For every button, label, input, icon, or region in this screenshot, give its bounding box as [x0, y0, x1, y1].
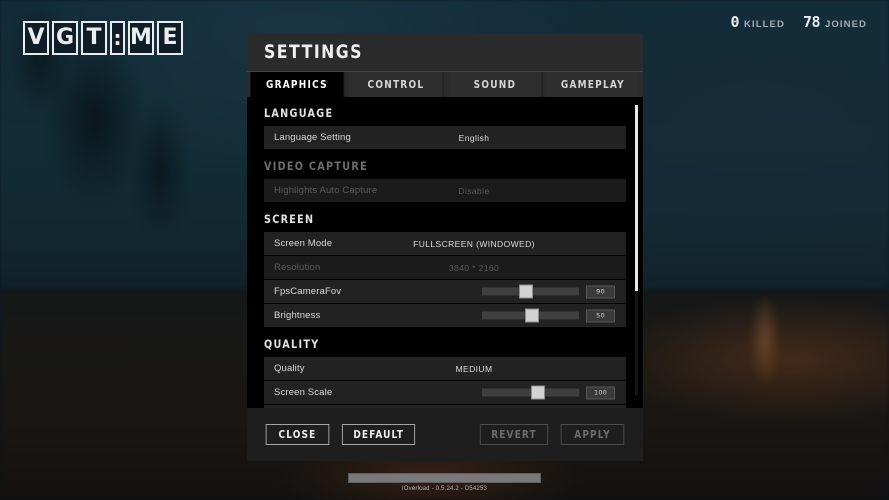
tab-control[interactable]: CONTROL [349, 72, 444, 97]
section-title-quality: QUALITY [264, 337, 320, 351]
logo-letter-0: V [23, 21, 49, 55]
footer-left-buttons: CLOSE DEFAULT [264, 424, 417, 445]
logo-letter-3: : [110, 21, 125, 55]
slider-value-brightness: 50 [586, 309, 615, 322]
slider-track-screen-scale[interactable] [482, 385, 579, 400]
settings-list[interactable]: LANGUAGE Language Setting English VIDEO CAP… [247, 97, 643, 408]
scrollbar[interactable] [635, 105, 638, 395]
setting-row-language-setting[interactable]: Language Setting English [264, 126, 626, 149]
slider-value-fpscamerafov: 90 [586, 285, 615, 298]
revert-button: REVERT [479, 424, 549, 445]
setting-row-resolution: Resolution 3840 * 2160 [264, 256, 626, 279]
setting-label-fpscamerafov: FpsCameraFov [274, 286, 342, 297]
setting-row-screen-scale[interactable]: Screen Scale 100 [264, 381, 626, 404]
slider-handle-screen-scale[interactable] [531, 385, 546, 400]
stat-killed-value: 0 [730, 13, 740, 31]
slider-handle-fpscamerafov[interactable] [518, 284, 533, 299]
panel-header: SETTINGS [247, 33, 643, 71]
setting-row-anti-aliasing[interactable]: Anti-AliasingMEDIUM [264, 405, 626, 408]
close-button[interactable]: CLOSE [265, 424, 330, 445]
slider-track-brightness[interactable] [482, 308, 579, 323]
setting-label-screen-scale: Screen Scale [274, 387, 333, 398]
hud-stats: 0 KILLED 78 JOINED [731, 13, 867, 31]
logo-letter-2: T [81, 21, 107, 55]
setting-label-screen-mode: Screen Mode [274, 238, 333, 249]
setting-label-highlights-auto-capture: Highlights Auto Capture [274, 185, 378, 196]
version-text: IOverload - 0.5.24.2 - D54253 [401, 486, 488, 492]
tab-gameplay[interactable]: GAMEPLAY [546, 72, 640, 97]
tabstrip: GRAPHICS CONTROL SOUND GAMEPLAY [247, 71, 643, 97]
setting-row-brightness[interactable]: Brightness 50 [264, 304, 626, 327]
setting-row-screen-mode[interactable]: Screen Mode FULLSCREEN (WINDOWED) [264, 232, 626, 255]
setting-value-quality: MEDIUM [455, 363, 493, 374]
setting-row-quality[interactable]: Quality MEDIUM [264, 357, 626, 380]
tab-sound[interactable]: SOUND [447, 72, 542, 97]
slider-track-fpscamerafov[interactable] [482, 284, 579, 299]
logo-letter-4: M [128, 21, 154, 55]
scrollbar-thumb[interactable] [635, 105, 638, 291]
panel-footer: CLOSE DEFAULT REVERT APPLY [247, 408, 643, 461]
stat-killed-label: KILLED [744, 19, 785, 30]
setting-row-highlights-auto-capture: Highlights Auto Capture Disable [264, 179, 626, 202]
slider-fpscamerafov[interactable]: 90 [482, 284, 615, 299]
stat-joined: 78 JOINED [803, 13, 867, 31]
slider-value-screen-scale: 100 [586, 386, 615, 399]
slider-handle-brightness[interactable] [525, 308, 540, 323]
logo-letter-5: E [157, 21, 183, 55]
setting-label-quality: Quality [274, 363, 305, 374]
stat-killed: 0 KILLED [731, 13, 785, 31]
slider-screen-scale[interactable]: 100 [482, 385, 615, 400]
slider-brightness[interactable]: 50 [482, 308, 615, 323]
tab-graphics[interactable]: GRAPHICS [250, 72, 345, 97]
logo-letter-1: G [52, 21, 78, 55]
setting-label-language-setting: Language Setting [274, 132, 351, 143]
section-title-video-capture: VIDEO CAPTURE [264, 159, 368, 173]
vgtime-logo: VGT:ME [23, 21, 183, 55]
loading-progress-bar [348, 473, 541, 483]
setting-label-brightness: Brightness [274, 310, 321, 321]
settings-panel: SETTINGS GRAPHICS CONTROL SOUND GAMEPLAY LA… [247, 33, 643, 461]
page-title: SETTINGS [264, 41, 363, 63]
stat-joined-value: 78 [802, 13, 821, 31]
loading-area: IOverload - 0.5.24.2 - D54253 [0, 473, 889, 492]
default-button[interactable]: DEFAULT [341, 424, 416, 445]
setting-row-fpscamerafov[interactable]: FpsCameraFov 90 [264, 280, 626, 303]
section-title-language: LANGUAGE [264, 106, 334, 120]
stat-joined-label: JOINED [825, 19, 867, 30]
footer-right-buttons: REVERT APPLY [478, 424, 626, 445]
setting-label-resolution: Resolution [274, 262, 321, 273]
section-title-screen: SCREEN [264, 212, 315, 226]
apply-button: APPLY [560, 424, 625, 445]
